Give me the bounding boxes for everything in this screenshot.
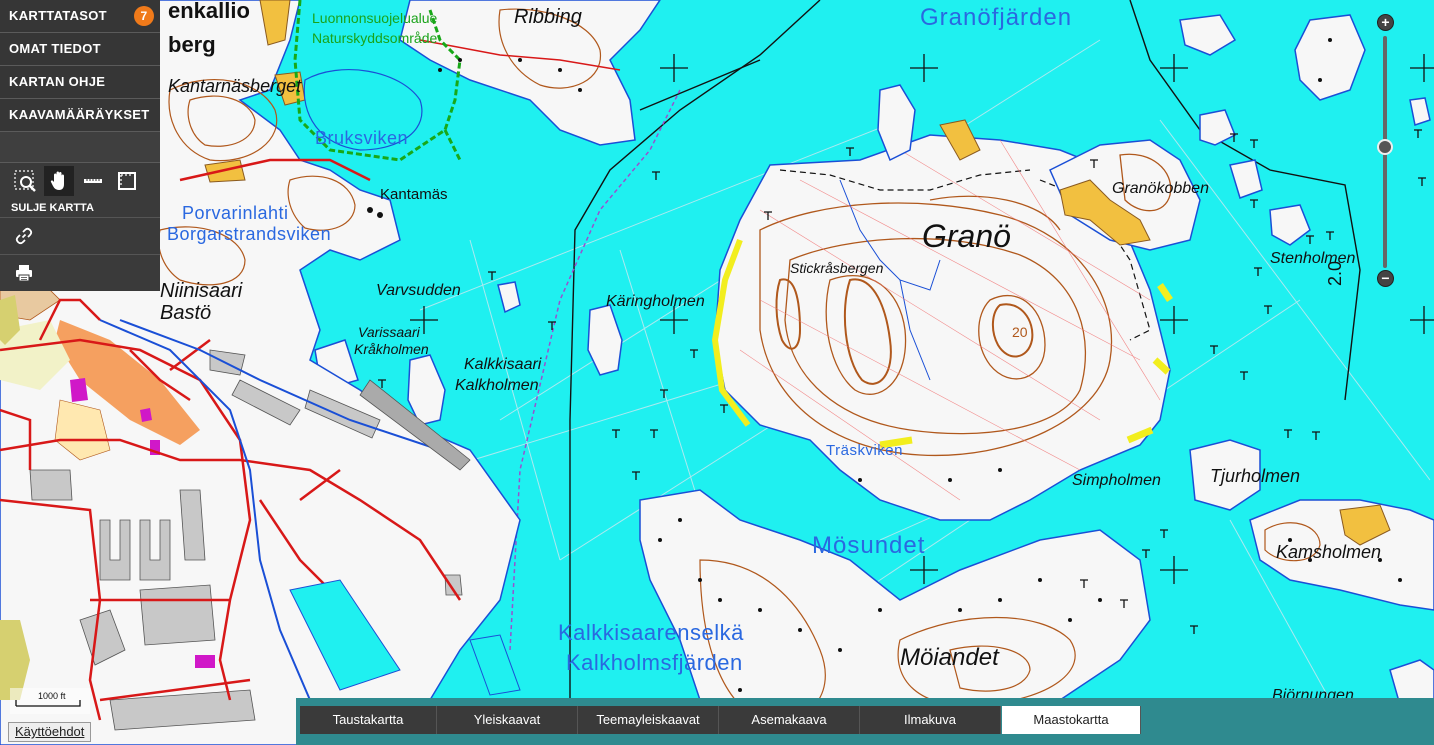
zoom-box-icon <box>14 170 36 192</box>
layer-button-asemakaava[interactable]: Asemakaava <box>719 706 860 734</box>
layer-button-taustakartta[interactable]: Taustakartta <box>300 706 437 734</box>
measure-line-tool[interactable] <box>78 166 108 196</box>
print-button[interactable] <box>0 254 160 291</box>
zoom-slider: + − <box>1374 14 1396 290</box>
menu-item-kaavamaaraykset[interactable]: KAAVAMÄÄRÄYKSET <box>0 99 160 132</box>
map-tool-row <box>0 163 160 199</box>
topographic-map[interactable] <box>0 0 1434 745</box>
zoom-in-button[interactable]: + <box>1377 14 1394 31</box>
scale-bar-label: 1000 ft <box>38 691 66 701</box>
link-button[interactable] <box>0 217 160 254</box>
measure-area-icon <box>118 172 136 190</box>
scale-bar: 1000 ft <box>10 688 90 714</box>
zoom-knob[interactable] <box>1377 139 1393 156</box>
menu-item-kartan-ohje[interactable]: KARTAN OHJE <box>0 66 160 99</box>
measure-area-tool[interactable] <box>112 166 142 196</box>
link-icon <box>15 227 33 245</box>
print-icon <box>16 265 32 282</box>
menu-item-label: KAAVAMÄÄRÄYKSET <box>9 107 150 122</box>
zoom-out-button[interactable]: − <box>1377 270 1394 287</box>
base-layer-bar: Taustakartta Yleiskaavat Teemayleiskaava… <box>296 698 1434 745</box>
menu-item-label: KARTTATASOT <box>9 8 107 23</box>
menu-item-omat-tiedot[interactable]: OMAT TIEDOT <box>0 33 160 66</box>
layer-button-maastokartta[interactable]: Maastokartta <box>1002 706 1141 734</box>
pan-hand-icon <box>50 171 64 190</box>
menu-item-karttatasot[interactable]: KARTTATASOT 7 <box>0 0 160 33</box>
pan-tool[interactable] <box>44 166 74 196</box>
layer-button-ilmakuva[interactable]: Ilmakuva <box>860 706 1001 734</box>
close-map-button[interactable]: SULJE KARTTA <box>0 199 160 217</box>
menu-item-label: OMAT TIEDOT <box>9 41 101 56</box>
side-menu: KARTTATASOT 7 OMAT TIEDOT KARTAN OHJE KA… <box>0 0 160 291</box>
zoom-box-tool[interactable] <box>10 166 40 196</box>
layer-count-badge: 7 <box>134 6 154 26</box>
menu-item-label: KARTAN OHJE <box>9 74 106 89</box>
terms-of-use-link[interactable]: Käyttöehdot <box>8 722 92 742</box>
measure-line-icon <box>84 179 102 183</box>
menu-spacer <box>0 132 160 163</box>
layer-button-yleiskaavat[interactable]: Yleiskaavat <box>437 706 578 734</box>
layer-button-teemayleiskaavat[interactable]: Teemayleiskaavat <box>578 706 719 734</box>
